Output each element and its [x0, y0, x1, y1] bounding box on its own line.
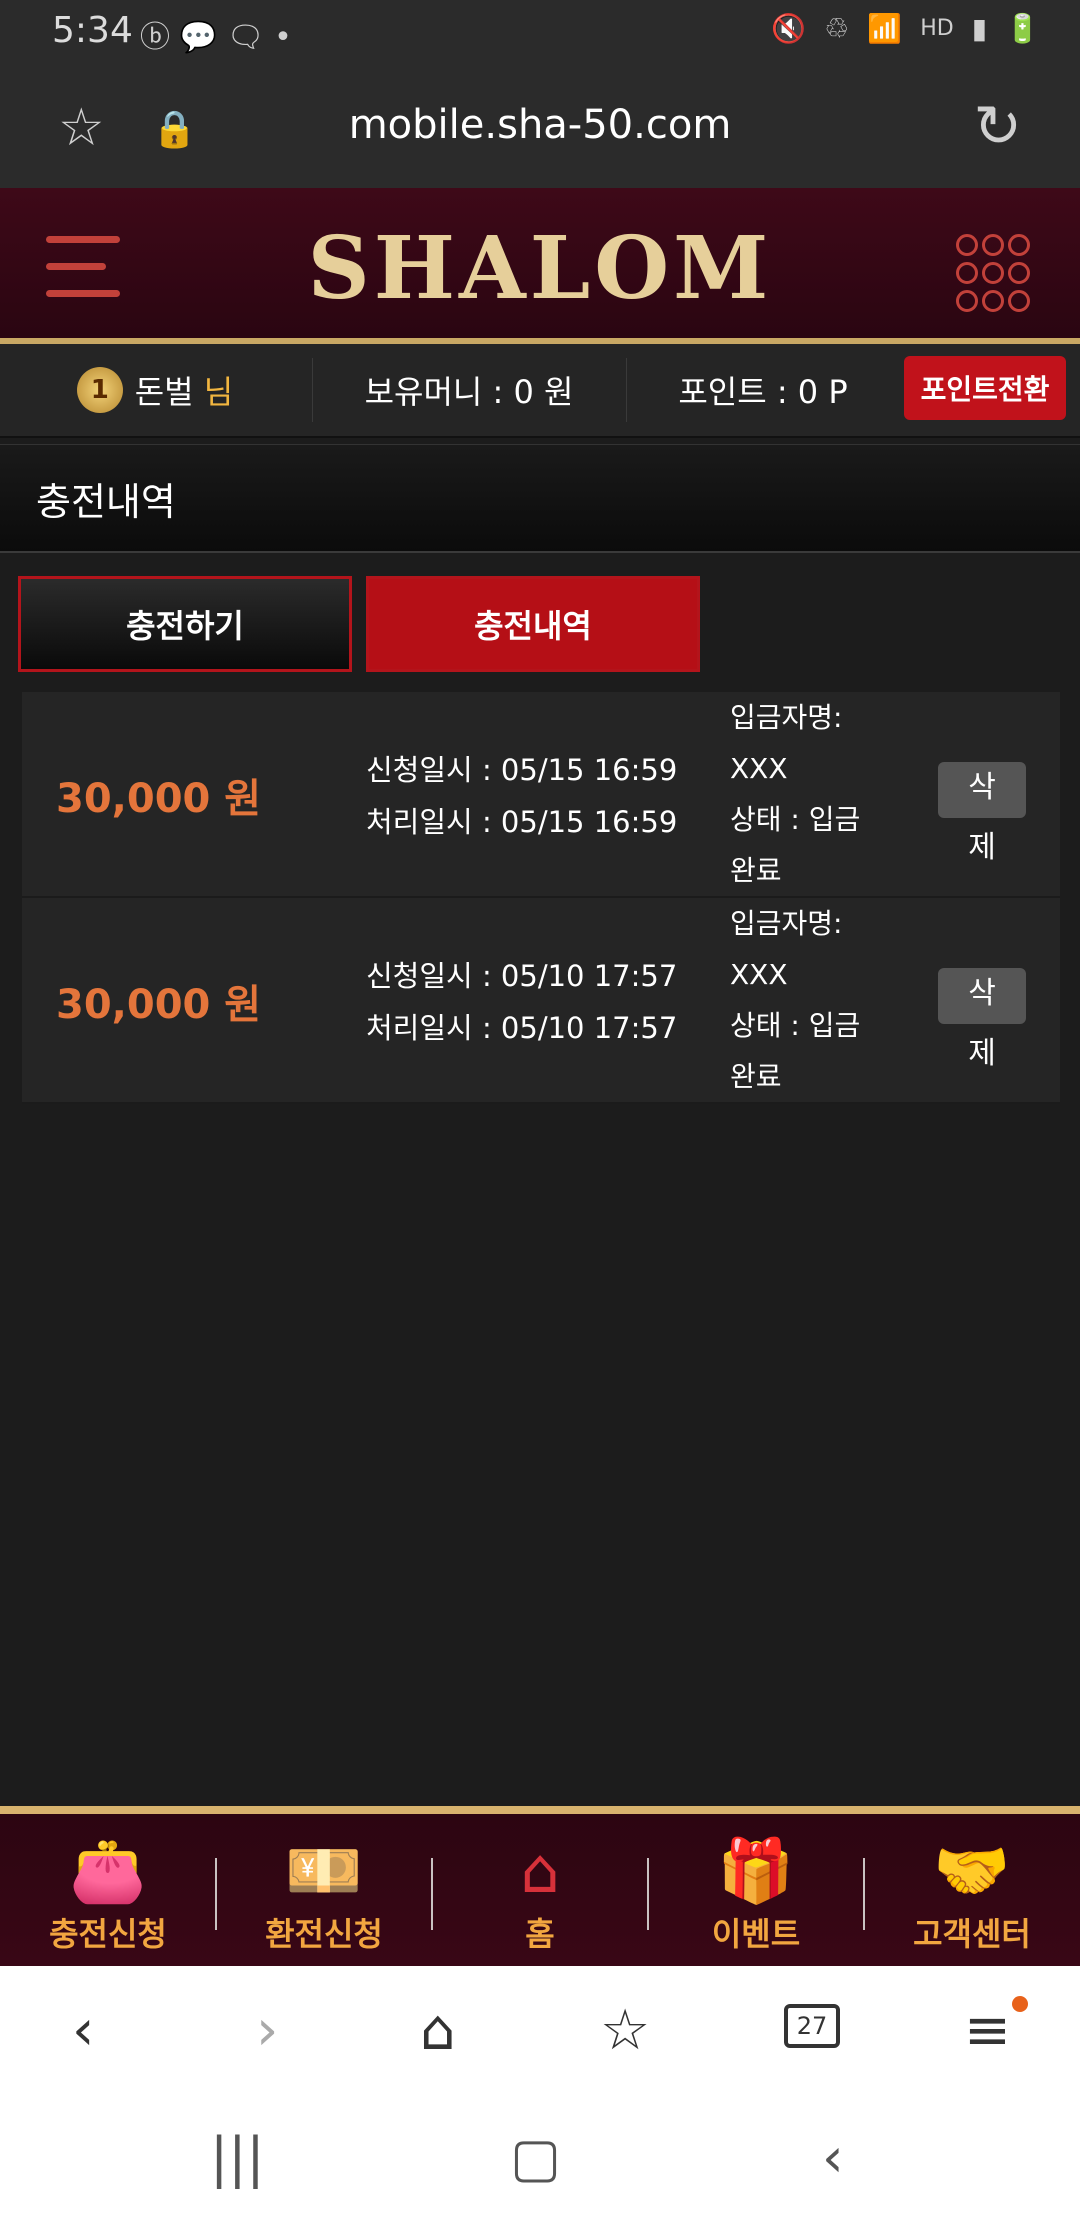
home-button-icon[interactable]: ▢	[510, 2126, 561, 2189]
menu-icon[interactable]: ≡	[964, 1998, 1011, 2063]
grid-menu-icon[interactable]	[956, 234, 1030, 312]
browser-toolbar: ‹ › ⌂ ☆ 27 ≡	[0, 1966, 1080, 2102]
depositor-label: 입금자명:	[730, 701, 843, 734]
bookmarks-icon[interactable]: ☆	[600, 1998, 650, 2063]
system-nav-bar: ||| ▢ ‹	[0, 2102, 1080, 2220]
nav-event[interactable]: 🎁 이벤트	[648, 1814, 864, 1974]
page-title: 충전내역	[36, 480, 176, 524]
system-icons: 🔇 ♲ 📶 HD ▮ 🔋	[771, 12, 1040, 45]
point-convert-button[interactable]: 포인트전환	[904, 356, 1066, 420]
honorific: 님	[203, 373, 234, 411]
recycle-icon: ♲	[824, 12, 850, 45]
deposit-info: 입금자명: XXX 상태 : 입금 완료	[730, 692, 890, 896]
chat-icon: 💬	[179, 20, 217, 55]
recent-apps-icon[interactable]: |||	[210, 2126, 265, 2189]
status-label: 상태 : 입금	[730, 803, 861, 836]
reload-icon[interactable]: ↻	[973, 92, 1022, 160]
mute-icon: 🔇	[771, 12, 807, 45]
money-balance: 보유머니 : 0 원	[364, 373, 574, 411]
rank-badge-icon: 1	[76, 367, 123, 413]
status-bar: 5:34 ⓑ 💬 🗨 • 🔇 ♲ 📶 HD ▮ 🔋	[0, 0, 1080, 64]
delete-button-label-2: 제	[968, 1036, 996, 1071]
deposit-amount: 30,000 원	[56, 776, 262, 822]
hd-voice-label: HD	[920, 16, 954, 41]
site-bottom-nav: 👛 충전신청 💴 환전신청 ⌂ 홈 🎁 이벤트 🤝 고객센터	[0, 1806, 1080, 1974]
request-time: 신청일시 : 05/10 17:57	[366, 959, 678, 993]
points-balance: 포인트 : 0 P	[678, 373, 848, 411]
home-icon: ⌂	[520, 1834, 560, 1907]
status-value: 완료	[730, 854, 782, 887]
signal-icon: ▮	[971, 12, 988, 45]
status-value: 완료	[730, 1060, 782, 1093]
deposit-dates: 신청일시 : 05/15 16:59 처리일시 : 05/15 16:59	[366, 744, 677, 848]
url-text[interactable]: mobile.sha-50.com	[0, 102, 1080, 148]
forward-icon[interactable]: ›	[256, 1998, 278, 2063]
tab-deposit-history[interactable]: 충전내역	[366, 576, 700, 672]
home-icon[interactable]: ⌂	[420, 1998, 456, 2063]
handshake-icon: 🤝	[933, 1834, 1011, 1907]
nav-withdraw-request[interactable]: 💴 환전신청	[216, 1814, 432, 1974]
wifi-icon: 📶	[867, 12, 903, 45]
nav-home[interactable]: ⌂ 홈	[432, 1814, 648, 1974]
section-header: 충전내역	[0, 444, 1080, 553]
deposit-info: 입금자명: XXX 상태 : 입금 완료	[730, 898, 890, 1102]
delete-button[interactable]: 삭	[938, 762, 1026, 818]
notification-badge	[1012, 1996, 1028, 2012]
gift-icon: 🎁	[717, 1834, 795, 1907]
talk-icon: 🗨	[226, 20, 265, 55]
deposit-dates: 신청일시 : 05/10 17:57 처리일시 : 05/10 17:57	[366, 950, 677, 1054]
request-time: 신청일시 : 05/15 16:59	[366, 753, 678, 787]
depositor-name: XXX	[730, 958, 788, 991]
depositor-label: 입금자명:	[730, 907, 843, 940]
nav-deposit-request[interactable]: 👛 충전신청	[0, 1814, 216, 1974]
notification-icons: ⓑ 💬 🗨 •	[140, 12, 292, 56]
status-label: 상태 : 입금	[730, 1009, 861, 1042]
back-icon[interactable]: ‹	[72, 1998, 94, 2063]
username: 돈벌	[134, 373, 194, 411]
tabs-icon[interactable]: 27	[784, 2004, 840, 2048]
wallet-icon: 👛	[69, 1834, 147, 1907]
dot-icon: •	[274, 20, 292, 55]
delete-button[interactable]: 삭	[938, 968, 1026, 1024]
delete-button-label-2: 제	[968, 830, 996, 865]
site-header: SHALOM	[0, 188, 1080, 344]
browser-url-bar: ☆ 🔒 mobile.sha-50.com ↻	[0, 64, 1080, 188]
nav-customer-center[interactable]: 🤝 고객센터	[864, 1814, 1080, 1974]
user-name-cell: 1 돈벌 님	[0, 344, 310, 436]
user-info-bar: 1 돈벌 님 보유머니 : 0 원 포인트 : 0 P 포인트전환	[0, 344, 1080, 438]
process-time: 처리일시 : 05/15 16:59	[366, 805, 678, 839]
deposit-history-list: 30,000 원 신청일시 : 05/15 16:59 처리일시 : 05/15…	[22, 692, 1060, 1104]
deposit-amount: 30,000 원	[56, 982, 262, 1028]
status-time: 5:34	[52, 10, 133, 51]
back-button-icon[interactable]: ‹	[822, 2126, 844, 2189]
depositor-name: XXX	[730, 752, 788, 785]
site-logo[interactable]: SHALOM	[0, 218, 1080, 319]
list-item: 30,000 원 신청일시 : 05/15 16:59 처리일시 : 05/15…	[22, 692, 1060, 898]
list-item: 30,000 원 신청일시 : 05/10 17:57 처리일시 : 05/10…	[22, 898, 1060, 1104]
tab-deposit[interactable]: 충전하기	[18, 576, 352, 672]
b-app-icon: ⓑ	[140, 20, 170, 55]
battery-icon: 🔋	[1005, 12, 1040, 45]
process-time: 처리일시 : 05/10 17:57	[366, 1011, 678, 1045]
exchange-icon: 💴	[285, 1834, 363, 1907]
